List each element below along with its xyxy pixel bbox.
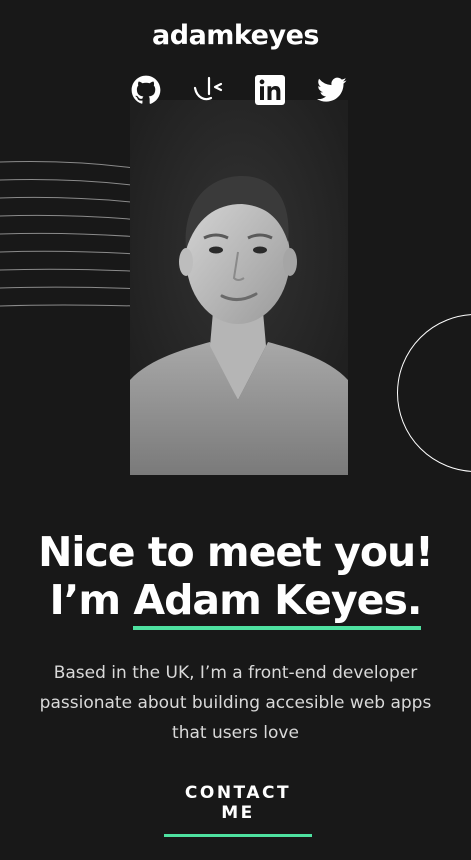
portfolio-page: adamkeyes Nice to meet you! I’m Adam Key… — [0, 0, 471, 860]
profile-photo — [130, 100, 348, 475]
github-icon — [131, 75, 161, 104]
name-underline-accent — [133, 626, 422, 630]
twitter-link[interactable] — [316, 74, 348, 106]
contact-me-label: CONTACT ME — [184, 783, 292, 823]
site-logo[interactable]: adamkeyes — [0, 20, 471, 51]
headline-name: Adam Keyes. — [133, 576, 422, 624]
contact-underline-accent — [164, 834, 312, 837]
social-links — [128, 74, 350, 106]
decorative-circle — [397, 314, 471, 472]
hero-headline: Nice to meet you! I’m Adam Keyes. — [0, 528, 471, 630]
linkedin-icon — [255, 75, 285, 105]
hero-bio: Based in the UK, I’m a front-end develop… — [39, 663, 432, 743]
linkedin-link[interactable] — [254, 74, 286, 106]
headline-prefix: I’m — [49, 576, 134, 624]
github-link[interactable] — [130, 74, 162, 106]
frontend-mentor-icon — [193, 76, 223, 101]
frontend-mentor-link[interactable] — [192, 74, 224, 106]
headline-line-1: Nice to meet you! — [38, 528, 434, 576]
contact-me-button[interactable]: CONTACT ME — [164, 783, 312, 837]
twitter-icon — [317, 77, 347, 102]
headline-name-wrapper: Adam Keyes. — [133, 576, 422, 630]
